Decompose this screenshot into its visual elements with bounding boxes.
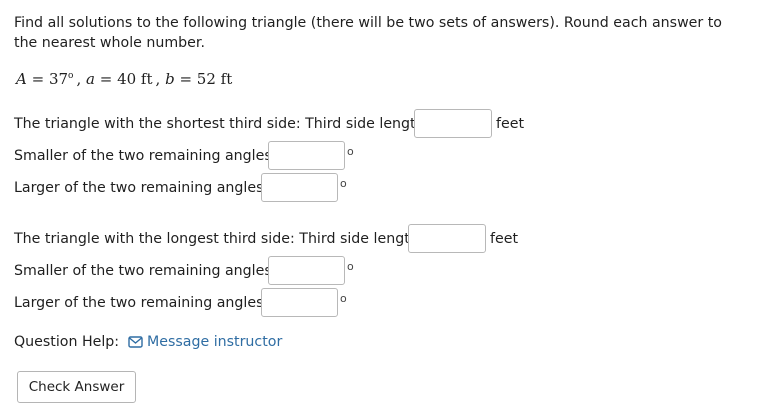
set1-smaller-angle-input[interactable] <box>268 141 345 170</box>
side-b-value: 52 ft <box>196 70 233 88</box>
set1-third-side-label: The triangle with the shortest third sid… <box>14 116 430 132</box>
set2-larger-angle-label: Larger of the two remaining angles: <box>14 295 269 311</box>
side-a-symbol: a <box>86 70 95 88</box>
set1-third-side-input[interactable] <box>414 109 492 138</box>
side-b-symbol: b <box>165 70 175 88</box>
set2-smaller-angle-label: Smaller of the two remaining angles: <box>14 263 277 279</box>
side-a-value: 40 ft <box>117 70 153 88</box>
degree-symbol: o <box>68 71 74 81</box>
set2-smaller-degree-symbol: o <box>347 260 354 273</box>
mail-icon[interactable] <box>128 335 143 349</box>
set1-larger-angle-input[interactable] <box>261 173 338 202</box>
angle-A-value: 37 <box>48 70 69 88</box>
set1-smaller-degree-symbol: o <box>347 145 354 158</box>
set1-unit-label: feet <box>496 116 525 132</box>
set2-third-side-label: The triangle with the longest third side… <box>14 231 424 247</box>
set2-larger-degree-symbol: o <box>340 292 347 305</box>
question-prompt: Find all solutions to the following tria… <box>14 15 722 51</box>
message-instructor-link[interactable]: Message instructor <box>147 332 282 352</box>
set1-smaller-angle-label: Smaller of the two remaining angles: <box>14 148 277 164</box>
question-help-label: Question Help: <box>14 334 120 350</box>
given-values: A = 37o , a = 40 ft , b = 52 ft <box>16 70 233 88</box>
set2-third-side-input[interactable] <box>408 224 486 253</box>
check-answer-button[interactable]: Check Answer <box>17 371 136 403</box>
set2-smaller-angle-input[interactable] <box>268 256 345 285</box>
angle-A-symbol: A <box>16 70 27 88</box>
set1-larger-angle-label: Larger of the two remaining angles: <box>14 180 269 196</box>
set2-larger-angle-input[interactable] <box>261 288 338 317</box>
set1-larger-degree-symbol: o <box>340 177 347 190</box>
set2-unit-label: feet <box>490 231 519 247</box>
